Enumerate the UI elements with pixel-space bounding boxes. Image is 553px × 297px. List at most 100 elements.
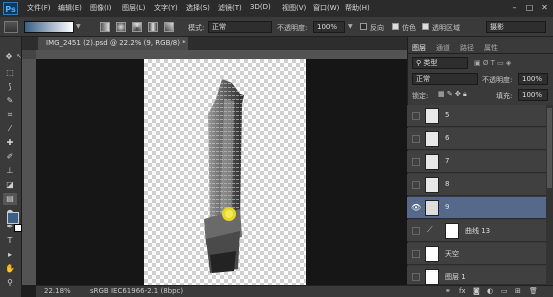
visibility-toggle[interactable] [412,135,420,143]
magic-wand-icon[interactable]: ✎ [3,95,17,107]
layer-row[interactable]: ⟋ 曲线 13 [407,220,546,242]
lock-icons[interactable]: ▦ ✎ ✥ 🔒︎ [438,90,467,99]
gradient-picker[interactable] [24,21,74,33]
mode-select[interactable]: 正常 [208,21,272,33]
tab-paths[interactable]: 路径 [460,43,474,53]
trash-icon[interactable]: 🗑︎ [529,287,538,295]
radial-gradient-icon[interactable] [116,22,126,32]
diamond-gradient-icon[interactable] [164,22,174,32]
menu-edit[interactable]: 编辑(E) [58,3,82,13]
layer-filter-select[interactable]: ⚲ 类型 [412,57,468,69]
layer-row-selected[interactable]: 👁︎ 9 [407,197,546,219]
layer-thumbnail [425,246,439,262]
menu-image[interactable]: 图像(I) [90,3,112,13]
visibility-toggle[interactable] [412,112,420,120]
zoom-tool-icon[interactable]: ⚲ [3,277,17,289]
linear-gradient-icon[interactable] [100,22,110,32]
eyedropper-icon[interactable]: ⁄ [3,123,17,135]
eraser-icon[interactable]: ◪ [3,179,17,191]
zoom-level[interactable]: 22.18% [44,286,71,297]
path-select-icon[interactable]: ▸ [3,249,17,261]
dither-label: 仿色 [402,24,416,32]
layer-row[interactable]: 图层 1 [407,266,546,285]
layer-row[interactable]: 天空 [407,243,546,265]
fill-label: 填充: [496,92,513,100]
menu-layer[interactable]: 图层(L) [122,3,145,13]
reverse-checkbox[interactable] [360,23,367,30]
menu-filter[interactable]: 滤镜(T) [218,3,242,13]
building-image [204,79,244,273]
menu-type[interactable]: 文字(Y) [154,3,178,13]
link-icon[interactable]: ⚭ [445,287,451,295]
crop-tool-icon[interactable]: ⌗ [3,109,17,121]
lock-label: 锁定: [412,92,429,100]
maximize-icon[interactable]: □ [525,3,534,12]
layer-opacity-input[interactable]: 100% [518,73,548,85]
new-layer-icon[interactable]: ⊞ [515,287,521,295]
tab-properties[interactable]: 属性 [484,43,498,53]
filter-icons[interactable]: ▣ Ø T ▭ ◈ [474,59,544,69]
document-canvas[interactable] [144,59,306,285]
visibility-toggle[interactable] [412,158,420,166]
layers-scrollbar-thumb[interactable] [547,108,552,188]
menu-view[interactable]: 视图(V) [282,3,306,13]
fill-value: 100% [522,91,543,99]
menu-help[interactable]: 帮助(H) [345,3,370,13]
mask-icon[interactable]: ◙ [473,287,480,295]
opacity-label: 不透明度: [277,24,308,32]
chevron-down-icon[interactable]: ▼ [76,23,81,30]
layer-row[interactable]: 5 [407,105,546,127]
color-profile: sRGB IEC61966-2.1 (8bpc) [90,287,184,295]
lasso-tool-icon[interactable]: ⟆ [3,81,17,93]
visibility-toggle[interactable] [412,250,420,258]
gradient-tool-icon[interactable]: ▤ [3,193,17,205]
close-icon[interactable]: ✕ [540,3,549,12]
healing-brush-icon[interactable]: ✚ [3,137,17,149]
blend-mode-value: 正常 [416,75,430,83]
visibility-toggle[interactable] [412,181,420,189]
tools-panel: ✥ ↖ ⬚ ⟆ ✎ ⌗ ⁄ ✚ ✐ ⊥ ◪ ▤ ● ✒ T ▸ ✋ ⚲ [0,37,22,297]
angle-gradient-icon[interactable] [132,22,142,32]
layer-row[interactable]: 7 [407,151,546,173]
transparency-label: 透明区域 [432,24,460,32]
fx-icon[interactable]: fx [459,287,466,295]
dither-checkbox[interactable] [392,23,399,30]
menu-3d[interactable]: 3D(D) [250,3,271,11]
visibility-toggle[interactable] [412,273,420,281]
layer-name: 7 [445,157,450,165]
document-tab[interactable]: IMG_2451 (2).psd @ 22.2% (9, RGB/8) * × [38,37,188,60]
folder-icon[interactable]: ▭ [501,287,508,295]
chevron-down-icon[interactable]: ▼ [348,23,353,30]
hand-tool-icon[interactable]: ✋ [3,263,17,275]
visibility-toggle[interactable] [412,227,420,235]
layer-name: 天空 [445,250,459,258]
minimize-icon[interactable]: – [510,3,519,12]
menu-file[interactable]: 文件(F) [27,3,51,13]
brush-tool-icon[interactable]: ✐ [3,151,17,163]
foreground-color-swatch[interactable] [7,212,19,224]
layer-name: 6 [445,134,450,142]
eye-icon[interactable]: 👁︎ [411,203,421,212]
gradient-tool-icon[interactable] [4,21,18,33]
tab-channels[interactable]: 通道 [436,43,450,53]
tab-layers[interactable]: 图层 [412,43,426,53]
ruler-vertical[interactable] [22,59,36,285]
fill-input[interactable]: 100% [518,89,548,101]
layer-row[interactable]: 8 [407,174,546,196]
background-color-swatch[interactable] [14,224,22,232]
menu-window[interactable]: 窗口(W) [313,3,339,13]
reflected-gradient-icon[interactable] [148,22,158,32]
marquee-tool-icon[interactable]: ⬚ [3,67,17,79]
layer-name: 图层 1 [445,273,466,281]
opacity-input[interactable]: 100% [313,21,345,33]
type-tool-icon[interactable]: T [3,235,17,247]
ruler-horizontal[interactable] [36,50,407,59]
transparency-checkbox[interactable] [422,23,429,30]
menu-select[interactable]: 选择(S) [186,3,210,13]
clone-stamp-icon[interactable]: ⊥ [3,165,17,177]
blend-mode-select[interactable]: 正常 [412,73,478,85]
layer-row[interactable]: 6 [407,128,546,150]
adjustment-icon[interactable]: ◐ [487,287,493,295]
mode-label: 模式: [188,24,205,32]
workspace-select[interactable]: 摄影 [486,21,546,33]
